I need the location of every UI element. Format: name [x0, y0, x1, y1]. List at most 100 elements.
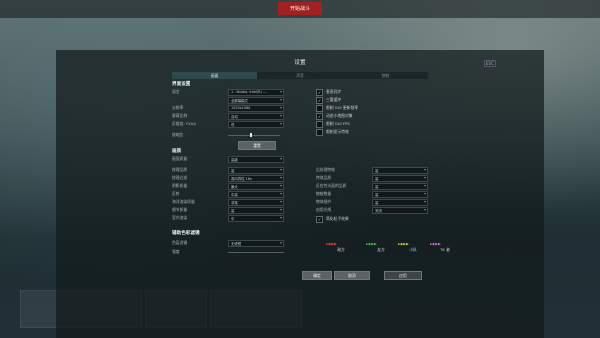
- dialog-title: 设置: [294, 60, 306, 66]
- checkbox-row[interactable]: ✓ 三重缓冲: [316, 96, 342, 104]
- legend-label: 敌方: [337, 247, 345, 252]
- checkbox[interactable]: ✓: [316, 215, 323, 223]
- setting-label: 阴影质量: [172, 183, 188, 188]
- interior-render-select[interactable]: 中: [228, 214, 284, 222]
- setting-row: 强度: [172, 249, 228, 255]
- checkbox-label: 限制 GUI 更新频率: [326, 105, 359, 110]
- ok-button[interactable]: 确定: [302, 271, 332, 280]
- checkbox-row[interactable]: ✓ 简化粒子效果: [316, 215, 349, 223]
- setting-label: 强度: [172, 249, 180, 254]
- setting-row: 物体细节 高: [316, 198, 428, 206]
- setting-row: 海洋渲染质量 非常: [172, 198, 284, 206]
- water-quality-select[interactable]: 非常: [228, 198, 284, 206]
- shadow-quality-select[interactable]: 最大: [228, 182, 284, 190]
- aspect-ratio-select[interactable]: 自动: [228, 112, 284, 120]
- tab-controls[interactable]: 控制: [343, 72, 428, 79]
- setting-row: 阴影质量 最大: [172, 182, 284, 190]
- setting-label: 特效品质: [316, 175, 332, 180]
- resolution-select[interactable]: 1920x1080: [228, 104, 284, 112]
- checkbox-row[interactable]: 限制 GUI 更新频率: [316, 104, 359, 112]
- setting-row: 室内渲染 中: [172, 214, 284, 222]
- postprocess-select[interactable]: 高: [372, 166, 428, 174]
- setting-label: 启用光线: [316, 207, 332, 212]
- battle-button[interactable]: 开始战斗: [278, 2, 322, 15]
- setting-label: 纹理品质: [172, 167, 188, 172]
- setting-row: 反锯齿: FXAA 低: [172, 120, 284, 128]
- squad-ship-icon: ►▶▶▶: [398, 242, 409, 246]
- setting-row: 画面质量 高级: [172, 155, 284, 163]
- setting-label: 细节质量: [172, 207, 188, 212]
- checkbox-label: 三重缓冲: [326, 97, 342, 102]
- setting-row: 屏幕比例 自动: [172, 112, 284, 120]
- setting-row: 细节质量 高: [172, 206, 284, 214]
- top-bar: 开始战斗: [0, 0, 600, 18]
- setting-label: 海洋渲染质量: [172, 199, 195, 204]
- settings-dialog: [56, 50, 544, 338]
- setting-row: 放缩比: [172, 132, 228, 138]
- cancel-button[interactable]: 取消: [334, 271, 370, 280]
- setting-label: 语言: [172, 89, 180, 94]
- texture-filter-select[interactable]: 各向异性 16x: [228, 174, 284, 182]
- checkbox-label: 限制 GUI FPS: [326, 121, 350, 126]
- checkbox[interactable]: [316, 120, 323, 128]
- apply-button[interactable]: 应用: [384, 271, 422, 280]
- texture-quality-select[interactable]: 高: [228, 166, 284, 174]
- checkbox-row[interactable]: ✓ 动态小地图对象: [316, 112, 353, 120]
- color-filter-select[interactable]: 无滤镜: [228, 239, 284, 247]
- setting-label: 反应性水面的品质: [316, 183, 347, 188]
- setting-label: 纹理过滤: [172, 175, 188, 180]
- checkbox[interactable]: ✓: [316, 112, 323, 120]
- tab-graphics[interactable]: 画面: [172, 72, 258, 79]
- reactive-water-select[interactable]: 高: [372, 182, 428, 190]
- checkbox[interactable]: ✓: [316, 88, 323, 96]
- setting-label: 物体细节: [316, 199, 332, 204]
- vegetation-select[interactable]: 高: [372, 190, 428, 198]
- section-color-filter: 辅助色彩滤镜: [172, 231, 200, 236]
- setting-row: 特效品质 高: [316, 174, 428, 182]
- legend-label: 小队: [409, 247, 417, 252]
- checkbox-row[interactable]: 限制显示特效: [316, 128, 349, 136]
- reset-button[interactable]: 重置: [238, 141, 276, 150]
- setting-label: 反射: [172, 191, 180, 196]
- checkbox[interactable]: ✓: [316, 96, 323, 104]
- checkbox[interactable]: [316, 128, 323, 136]
- checkbox-row[interactable]: 限制 GUI FPS: [316, 120, 350, 128]
- effects-quality-select[interactable]: 高: [372, 174, 428, 182]
- scale-slider-handle[interactable]: [250, 133, 252, 137]
- settings-tabs: 画面 声音 控制: [172, 72, 428, 79]
- display-mode-select[interactable]: 全屏幕模式: [228, 96, 284, 104]
- setting-label: 后处理特效: [316, 167, 335, 172]
- setting-label: 画面质量: [172, 156, 188, 161]
- object-detail-select[interactable]: 高: [372, 198, 428, 206]
- legend-label: 友方: [377, 247, 385, 252]
- checkbox-label: 动态小地图对象: [326, 113, 353, 118]
- lighting-select[interactable]: 关闭: [372, 206, 428, 214]
- checkbox-label: 限制显示特效: [326, 129, 349, 134]
- setting-label: 室内渲染: [172, 215, 188, 220]
- setting-label: 色盲滤镜: [172, 240, 188, 245]
- setting-label: 反锯齿: FXAA: [172, 121, 196, 126]
- legend-label: TK 者: [440, 247, 450, 252]
- setting-label: 屏幕比例: [172, 113, 188, 118]
- tab-sound[interactable]: 声音: [257, 72, 342, 79]
- setting-row: 植被数量 高: [316, 190, 428, 198]
- setting-row: 分辨率 1920x1080: [172, 104, 284, 112]
- checkbox[interactable]: [316, 104, 323, 112]
- checkbox-label: 垂直同步: [326, 89, 342, 94]
- setting-row: 反射 中高: [172, 190, 284, 198]
- setting-row: 纹理过滤 各向异性 16x: [172, 174, 284, 182]
- language-select[interactable]: 1 - Nvidia, Intel(R) ...: [228, 88, 284, 96]
- detail-quality-select[interactable]: 高: [228, 206, 284, 214]
- setting-label: 放缩比: [172, 132, 184, 137]
- section-graphics: 画质: [172, 149, 182, 154]
- strength-slider[interactable]: [228, 252, 284, 253]
- close-button[interactable]: ESC: [484, 60, 496, 67]
- checkbox-row[interactable]: ✓ 垂直同步: [316, 88, 342, 96]
- reflection-select[interactable]: 中高: [228, 190, 284, 198]
- quality-preset-select[interactable]: 高级: [228, 155, 284, 163]
- antialiasing-select[interactable]: 低: [228, 120, 284, 128]
- scale-slider[interactable]: [228, 135, 280, 136]
- setting-row: 语言 1 - Nvidia, Intel(R) ...: [172, 88, 284, 96]
- section-interface: 界面设置: [172, 82, 191, 87]
- tk-ship-icon: ►▶▶▶: [430, 242, 441, 246]
